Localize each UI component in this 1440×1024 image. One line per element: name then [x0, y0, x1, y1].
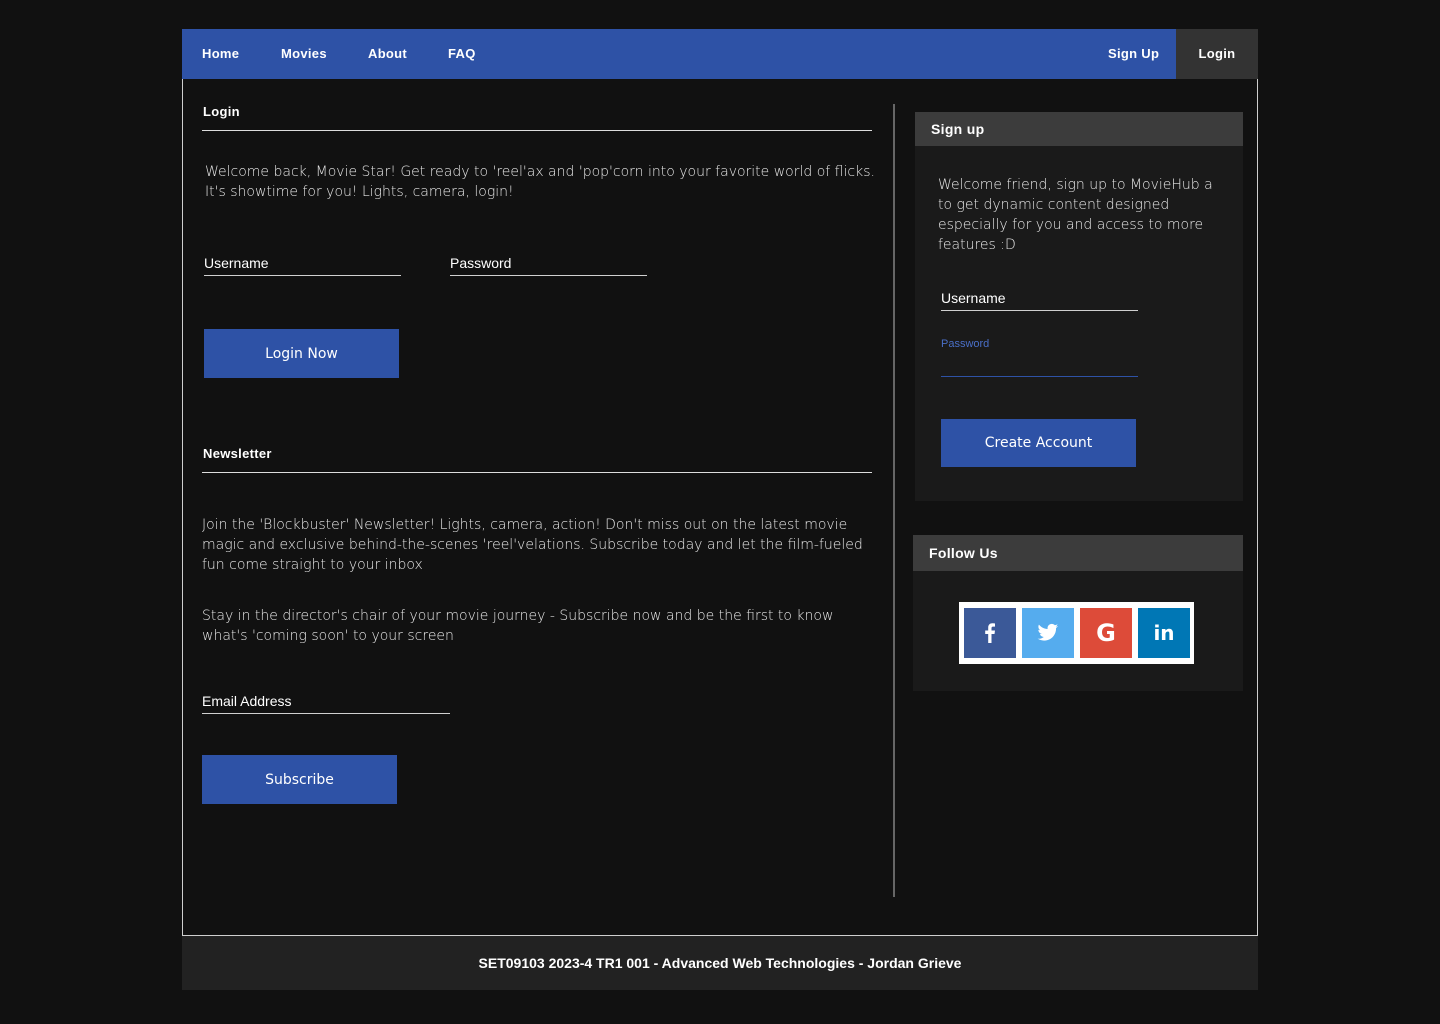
nav-about[interactable]: About	[368, 29, 407, 79]
newsletter-divider	[202, 472, 872, 473]
nav-movies[interactable]: Movies	[281, 29, 327, 79]
main-content: Login Welcome back, Movie Star! Get read…	[182, 79, 1258, 936]
login-password-input[interactable]	[450, 255, 647, 271]
facebook-glyph	[985, 623, 995, 643]
linkedin-icon[interactable]: in	[1138, 608, 1190, 658]
twitter-glyph	[1037, 623, 1059, 641]
login-title: Login	[203, 104, 240, 119]
top-nav: Home Movies About FAQ Sign Up Login	[182, 29, 1258, 79]
nav-login[interactable]: Login	[1176, 29, 1258, 79]
signup-username-input[interactable]	[941, 290, 1138, 306]
newsletter-email-input[interactable]	[202, 693, 450, 709]
signup-password-label: Password	[941, 338, 990, 350]
signup-panel: Sign up Welcome friend, sign up to Movie…	[915, 112, 1243, 501]
nav-signup[interactable]: Sign Up	[1108, 29, 1159, 79]
facebook-icon[interactable]	[964, 608, 1016, 658]
follow-panel-title: Follow Us	[913, 535, 1243, 571]
login-username-input[interactable]	[204, 255, 401, 271]
login-now-button[interactable]: Login Now	[204, 329, 399, 378]
newsletter-title: Newsletter	[203, 446, 272, 461]
google-icon[interactable]: G	[1080, 608, 1132, 658]
social-icons-box: G in	[959, 602, 1194, 664]
signup-intro-text: Welcome friend, sign up to MovieHub a to…	[938, 177, 1213, 253]
subscribe-button[interactable]: Subscribe	[202, 755, 397, 804]
nav-faq[interactable]: FAQ	[448, 29, 476, 79]
column-divider	[893, 104, 895, 897]
footer: SET09103 2023-4 TR1 001 - Advanced Web T…	[182, 936, 1258, 990]
signup-username-field[interactable]	[941, 281, 1138, 311]
twitter-icon[interactable]	[1022, 608, 1074, 658]
newsletter-email-field[interactable]	[202, 684, 450, 714]
login-intro-text: Welcome back, Movie Star! Get ready to '…	[205, 164, 875, 200]
newsletter-text-1: Join the 'Blockbuster' Newsletter! Light…	[202, 517, 863, 573]
signup-panel-title: Sign up	[915, 112, 1243, 146]
login-password-field[interactable]	[450, 246, 647, 276]
newsletter-text-2: Stay in the director's chair of your mov…	[202, 608, 834, 644]
login-divider	[202, 130, 872, 131]
create-account-button[interactable]: Create Account	[941, 419, 1136, 467]
follow-panel: Follow Us G in	[913, 535, 1243, 691]
signup-password-field[interactable]: Password	[941, 338, 1138, 377]
login-username-field[interactable]	[204, 246, 401, 276]
nav-home[interactable]: Home	[202, 29, 239, 79]
